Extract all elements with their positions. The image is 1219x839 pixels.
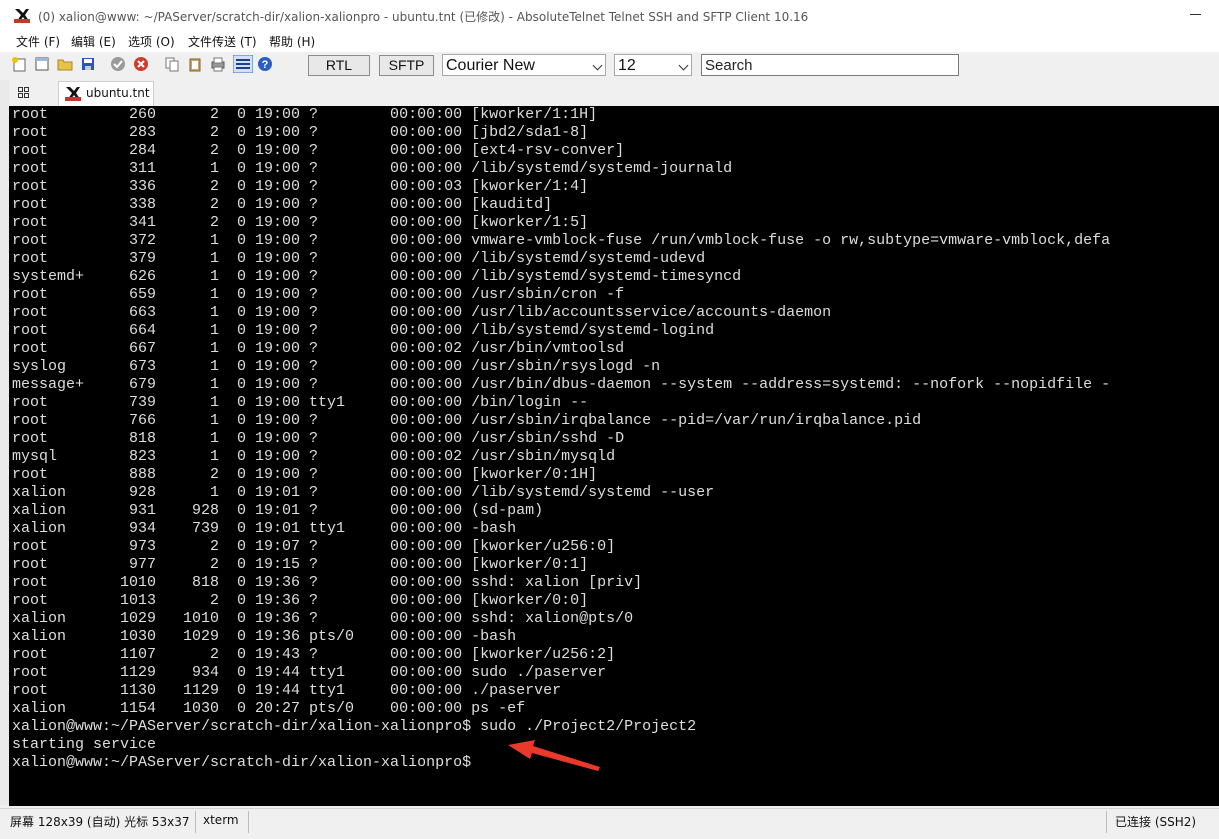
sftp-button[interactable]: SFTP	[379, 55, 434, 76]
copy-icon[interactable]	[164, 56, 180, 72]
terminal-line: root 766 1 0 19:00 ? 00:00:00 /usr/sbin/…	[12, 412, 922, 429]
terminal-line: root 1129 934 0 19:44 tty1 00:00:00 sudo…	[12, 664, 607, 681]
terminal-line: root 338 2 0 19:00 ? 00:00:00 [kauditd]	[12, 196, 553, 213]
connect-check-icon[interactable]	[110, 56, 126, 72]
session-tab-icon	[65, 87, 81, 101]
terminal-line: mysql 823 1 0 19:00 ? 00:00:02 /usr/sbin…	[12, 448, 616, 465]
new-session-icon[interactable]	[11, 56, 27, 72]
terminal-line: xalion 931 928 0 19:01 ? 00:00:00 (sd-pa…	[12, 502, 544, 519]
search-input[interactable]	[701, 54, 959, 76]
view-mode-icon[interactable]	[233, 55, 253, 73]
terminal-line: xalion@www:~/PAServer/scratch-dir/xalion…	[12, 754, 472, 771]
svg-text:?: ?	[262, 59, 269, 71]
status-divider	[248, 811, 249, 833]
terminal-line: root 664 1 0 19:00 ? 00:00:00 /lib/syste…	[12, 322, 715, 339]
terminal-line: root 1010 818 0 19:36 ? 00:00:00 sshd: x…	[12, 574, 643, 591]
terminal-line: starting service	[12, 736, 157, 753]
new-document-icon[interactable]	[34, 56, 50, 72]
status-connection: 已连接 (SSH2)	[1115, 815, 1197, 829]
title-bar: (0) xalion@www: ~/PAServer/scratch-dir/x…	[0, 0, 1219, 30]
font-size-select[interactable]: 12	[614, 54, 692, 76]
menu-bar: 文件 (F) 编辑 (E) 选项 (O) 文件传送 (T) 帮助 (H)	[0, 30, 1219, 52]
terminal-line: root 973 2 0 19:07 ? 00:00:00 [kworker/u…	[12, 538, 616, 555]
terminal-line: root 260 2 0 19:00 ? 00:00:00 [kworker/1…	[12, 106, 598, 123]
font-select-value: Courier New	[446, 57, 535, 74]
terminal-line: root 341 2 0 19:00 ? 00:00:00 [kworker/1…	[12, 214, 589, 231]
menu-file[interactable]: 文件 (F)	[16, 33, 60, 50]
chevron-down-icon	[592, 60, 603, 71]
terminal-line: root 283 2 0 19:00 ? 00:00:00 [jbd2/sda1…	[12, 124, 589, 141]
terminal-line: xalion 1030 1029 0 19:36 pts/0 00:00:00 …	[12, 628, 517, 645]
left-edge-strip	[0, 80, 9, 805]
terminal-line: root 284 2 0 19:00 ? 00:00:00 [ext4-rsv-…	[12, 142, 625, 159]
save-icon[interactable]	[80, 56, 96, 72]
rtl-button[interactable]: RTL	[308, 55, 370, 76]
font-size-value: 12	[618, 57, 636, 74]
status-divider	[1106, 811, 1107, 833]
terminal-line: root 888 2 0 19:00 ? 00:00:00 [kworker/0…	[12, 466, 598, 483]
terminal-line: xalion 1154 1030 0 20:27 pts/0 00:00:00 …	[12, 700, 526, 717]
menu-edit[interactable]: 编辑 (E)	[71, 33, 116, 50]
terminal-line: root 372 1 0 19:00 ? 00:00:00 vmware-vmb…	[12, 232, 1111, 249]
status-divider	[195, 811, 196, 833]
app-logo-icon	[14, 7, 30, 23]
status-bar: 屏幕 128x39 (自动) 光标 53x37 xterm 已连接 (SSH2)	[0, 808, 1219, 839]
terminal-line: root 667 1 0 19:00 ? 00:00:02 /usr/bin/v…	[12, 340, 625, 357]
terminal-line: root 659 1 0 19:00 ? 00:00:00 /usr/sbin/…	[12, 286, 625, 303]
terminal-line: root 663 1 0 19:00 ? 00:00:00 /usr/lib/a…	[12, 304, 832, 321]
tab-bar	[0, 80, 1219, 106]
paste-icon[interactable]	[187, 56, 203, 72]
toolbar: ? RTL SFTP Courier New 12	[0, 52, 1219, 81]
terminal-line: xalion 934 739 0 19:01 tty1 00:00:00 -ba…	[12, 520, 517, 537]
menu-options[interactable]: 选项 (O)	[128, 33, 175, 50]
terminal-line: root 336 2 0 19:00 ? 00:00:03 [kworker/1…	[12, 178, 589, 195]
print-icon[interactable]	[210, 56, 226, 72]
terminal-line: root 739 1 0 19:00 tty1 00:00:00 /bin/lo…	[12, 394, 589, 411]
terminal-screen[interactable]: root 260 2 0 19:00 ? 00:00:00 [kworker/1…	[9, 106, 1219, 806]
terminal-line: message+ 679 1 0 19:00 ? 00:00:00 /usr/b…	[12, 376, 1111, 393]
terminal-line: xalion 928 1 0 19:01 ? 00:00:00 /lib/sys…	[12, 484, 715, 501]
tab-label: ubuntu.tnt	[86, 86, 150, 100]
help-icon[interactable]: ?	[257, 56, 273, 72]
terminal-line: root 1013 2 0 19:36 ? 00:00:00 [kworker/…	[12, 592, 589, 609]
terminal-line: root 1130 1129 0 19:44 tty1 00:00:00 ./p…	[12, 682, 562, 699]
open-folder-icon[interactable]	[57, 56, 73, 72]
terminal-line: root 818 1 0 19:00 ? 00:00:00 /usr/sbin/…	[12, 430, 625, 447]
terminal-line: syslog 673 1 0 19:00 ? 00:00:00 /usr/sbi…	[12, 358, 661, 375]
terminal-line: xalion 1029 1010 0 19:36 ? 00:00:00 sshd…	[12, 610, 634, 627]
terminal-line: systemd+ 626 1 0 19:00 ? 00:00:00 /lib/s…	[12, 268, 742, 285]
terminal-line: root 379 1 0 19:00 ? 00:00:00 /lib/syste…	[12, 250, 706, 267]
status-emulation: xterm	[203, 813, 239, 827]
terminal-line: root 1107 2 0 19:43 ? 00:00:00 [kworker/…	[12, 646, 616, 663]
terminal-line: root 977 2 0 19:15 ? 00:00:00 [kworker/0…	[12, 556, 589, 573]
status-screen-size: 屏幕 128x39 (自动) 光标 53x37	[10, 815, 190, 829]
window-title: (0) xalion@www: ~/PAServer/scratch-dir/x…	[38, 10, 809, 24]
terminal-line: xalion@www:~/PAServer/scratch-dir/xalion…	[12, 718, 697, 735]
font-select[interactable]: Courier New	[442, 54, 606, 76]
menu-help[interactable]: 帮助 (H)	[269, 33, 315, 50]
minimize-button[interactable]	[1190, 14, 1201, 15]
disconnect-icon[interactable]	[133, 56, 149, 72]
chevron-down-icon	[678, 60, 689, 71]
tab-grid-icon[interactable]	[18, 87, 29, 98]
menu-file-transfer[interactable]: 文件传送 (T)	[188, 33, 257, 50]
terminal-line: root 311 1 0 19:00 ? 00:00:00 /lib/syste…	[12, 160, 733, 177]
tab-ubuntu[interactable]: ubuntu.tnt	[58, 81, 154, 106]
